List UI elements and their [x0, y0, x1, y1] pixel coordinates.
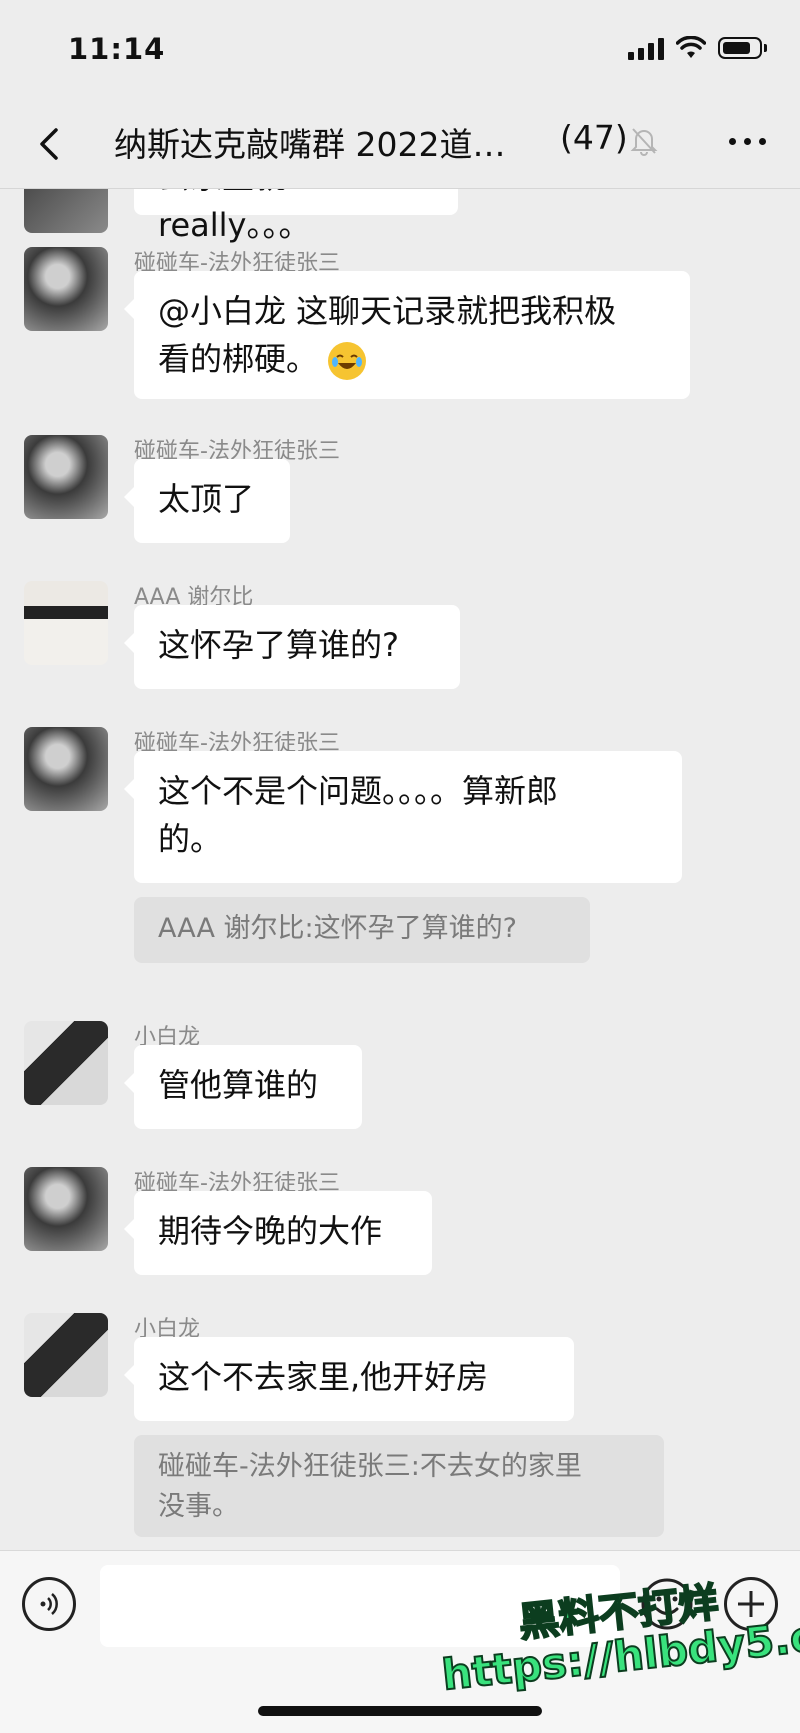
- message-bubble[interactable]: 去家里就really。。。: [134, 189, 458, 244]
- message-input[interactable]: [100, 1565, 620, 1647]
- message-text-line: 的。: [158, 820, 223, 858]
- avatar[interactable]: [24, 1167, 108, 1251]
- message-list[interactable]: 去家里就really。。。 碰碰车-法外狂徒张三 @小白龙 这聊天记录就把我积极…: [0, 189, 800, 1550]
- signal-icon: [628, 36, 664, 60]
- message-text: 这个不去家里,他开好房: [158, 1358, 489, 1396]
- back-button[interactable]: [30, 124, 70, 164]
- status-time: 11:14: [68, 32, 166, 66]
- quoted-text-line: 碰碰车-法外狂徒张三:不去女的家里: [158, 1451, 582, 1482]
- voice-icon: [40, 1593, 58, 1615]
- message-bubble[interactable]: 期待今晚的大作: [124, 1191, 432, 1275]
- message-text-line: 看的梆硬。: [158, 340, 319, 378]
- voice-button[interactable]: [22, 1577, 76, 1631]
- message-bubble[interactable]: 管他算谁的: [124, 1045, 362, 1129]
- avatar[interactable]: [24, 189, 108, 233]
- message-text-line: @小白龙 这聊天记录就把我积极: [158, 292, 617, 330]
- message-text: 太顶了: [158, 480, 255, 518]
- message-text: 管他算谁的: [158, 1066, 319, 1104]
- smile-icon[interactable]: [640, 1577, 694, 1631]
- avatar[interactable]: [24, 435, 108, 519]
- home-indicator[interactable]: [258, 1706, 542, 1716]
- laughing-crying-emoji-icon: [328, 342, 367, 380]
- battery-icon: [718, 37, 767, 59]
- quoted-text-line: 没事。: [158, 1491, 239, 1522]
- message-bubble[interactable]: 这个不去家里,他开好房: [124, 1337, 574, 1421]
- more-dot: [729, 138, 736, 145]
- avatar[interactable]: [24, 1313, 108, 1397]
- quoted-message[interactable]: 碰碰车-法外狂徒张三:不去女的家里 没事。: [134, 1435, 664, 1537]
- plus-circle-icon[interactable]: [724, 1577, 778, 1631]
- status-bar: 11:14: [0, 0, 800, 100]
- message-bubble[interactable]: 这个不是个问题。。。。算新郎 的。: [124, 751, 682, 883]
- message-bubble[interactable]: 这怀孕了算谁的?: [124, 605, 460, 689]
- more-dot: [759, 138, 766, 145]
- avatar[interactable]: [24, 247, 108, 331]
- message-bubble[interactable]: 太顶了: [124, 459, 290, 543]
- message-text-line: 这个不是个问题。。。。算新郎: [158, 772, 559, 810]
- message-text: 期待今晚的大作: [158, 1212, 383, 1250]
- message-text-line: 看的梆硬。: [158, 335, 666, 383]
- quoted-message[interactable]: AAA 谢尔比:这怀孕了算谁的?: [134, 897, 590, 963]
- bell-off-icon: [630, 128, 658, 156]
- message-text: 这怀孕了算谁的?: [158, 626, 399, 664]
- status-icons: [628, 36, 767, 60]
- more-dot: [744, 138, 751, 145]
- avatar[interactable]: [24, 581, 108, 665]
- more-button[interactable]: [729, 128, 766, 155]
- chat-title[interactable]: 纳斯达克敲嘴群 2022道…: [114, 118, 505, 166]
- member-count: (47): [560, 118, 628, 157]
- message-text: 去家里就really。。。: [158, 189, 311, 244]
- avatar[interactable]: [24, 727, 108, 811]
- avatar[interactable]: [24, 1021, 108, 1105]
- chat-header: 纳斯达克敲嘴群 2022道… (47): [0, 100, 800, 189]
- quoted-text: AAA 谢尔比:这怀孕了算谁的?: [158, 913, 517, 944]
- wifi-icon: [676, 36, 706, 58]
- message-bubble[interactable]: @小白龙 这聊天记录就把我积极 看的梆硬。: [124, 271, 690, 399]
